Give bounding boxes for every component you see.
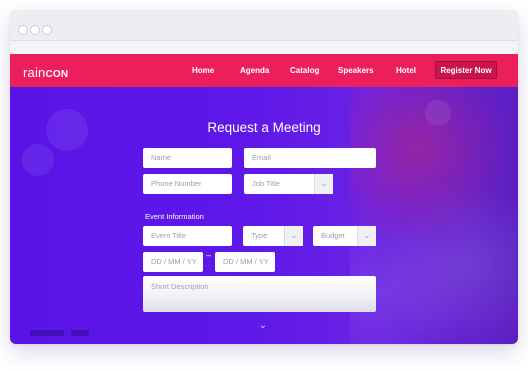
event-title-input[interactable]: Event Title bbox=[143, 226, 232, 246]
logo-main: rain bbox=[23, 65, 46, 80]
job-title-placeholder: Job Title bbox=[252, 179, 280, 188]
phone-input[interactable]: Phone Number bbox=[143, 174, 232, 194]
form-title: Request a Meeting bbox=[207, 120, 321, 135]
name-placeholder: Name bbox=[151, 153, 172, 162]
type-select[interactable]: Type ⌄ bbox=[243, 226, 303, 246]
chevron-down-icon[interactable]: ⌄ bbox=[257, 320, 269, 332]
logo-sub: CON bbox=[45, 69, 69, 80]
nav-catalog[interactable]: Catalog bbox=[290, 66, 319, 75]
event-information-label: Event Information bbox=[145, 212, 204, 221]
description-placeholder: Short Description bbox=[151, 282, 209, 291]
start-date-input[interactable]: DD / MM / YY bbox=[143, 252, 203, 272]
decorative-circle bbox=[22, 144, 54, 176]
short-description-textarea[interactable]: Short Description bbox=[143, 276, 376, 312]
end-date-placeholder: DD / MM / YY bbox=[223, 257, 269, 266]
chevron-down-icon: ⌄ bbox=[314, 174, 333, 194]
register-now-button[interactable]: Register Now bbox=[435, 61, 497, 79]
chevron-down-icon: ⌄ bbox=[357, 226, 376, 246]
nav-home[interactable]: Home bbox=[192, 66, 214, 75]
browser-window: rainCON Home Agenda Catalog Speakers Hot… bbox=[10, 10, 518, 344]
chevron-down-icon: ⌄ bbox=[284, 226, 303, 246]
job-title-select[interactable]: Job Title ⌄ bbox=[244, 174, 333, 194]
nav-hotel[interactable]: Hotel bbox=[396, 66, 416, 75]
logo[interactable]: rainCON bbox=[23, 65, 68, 80]
email-placeholder: Email bbox=[252, 153, 271, 162]
nav-agenda[interactable]: Agenda bbox=[240, 66, 269, 75]
browser-toolbar bbox=[10, 10, 518, 41]
window-dot bbox=[42, 25, 52, 35]
window-dot bbox=[30, 25, 40, 35]
nav-speakers[interactable]: Speakers bbox=[338, 66, 374, 75]
budget-select[interactable]: Budget ⌄ bbox=[313, 226, 376, 246]
footer-placeholder-bar bbox=[30, 330, 64, 336]
email-input[interactable]: Email bbox=[244, 148, 376, 168]
type-placeholder: Type bbox=[251, 231, 268, 240]
end-date-input[interactable]: DD / MM / YY bbox=[215, 252, 275, 272]
navbar: rainCON Home Agenda Catalog Speakers Hot… bbox=[10, 54, 518, 87]
footer-placeholder-bar bbox=[71, 330, 89, 336]
start-date-placeholder: DD / MM / YY bbox=[151, 257, 197, 266]
name-input[interactable]: Name bbox=[143, 148, 232, 168]
budget-placeholder: Budget bbox=[321, 231, 345, 240]
date-separator: – bbox=[206, 250, 212, 260]
website: rainCON Home Agenda Catalog Speakers Hot… bbox=[10, 54, 518, 344]
window-dot bbox=[18, 25, 28, 35]
event-title-placeholder: Event Title bbox=[151, 231, 187, 240]
phone-placeholder: Phone Number bbox=[151, 179, 202, 188]
